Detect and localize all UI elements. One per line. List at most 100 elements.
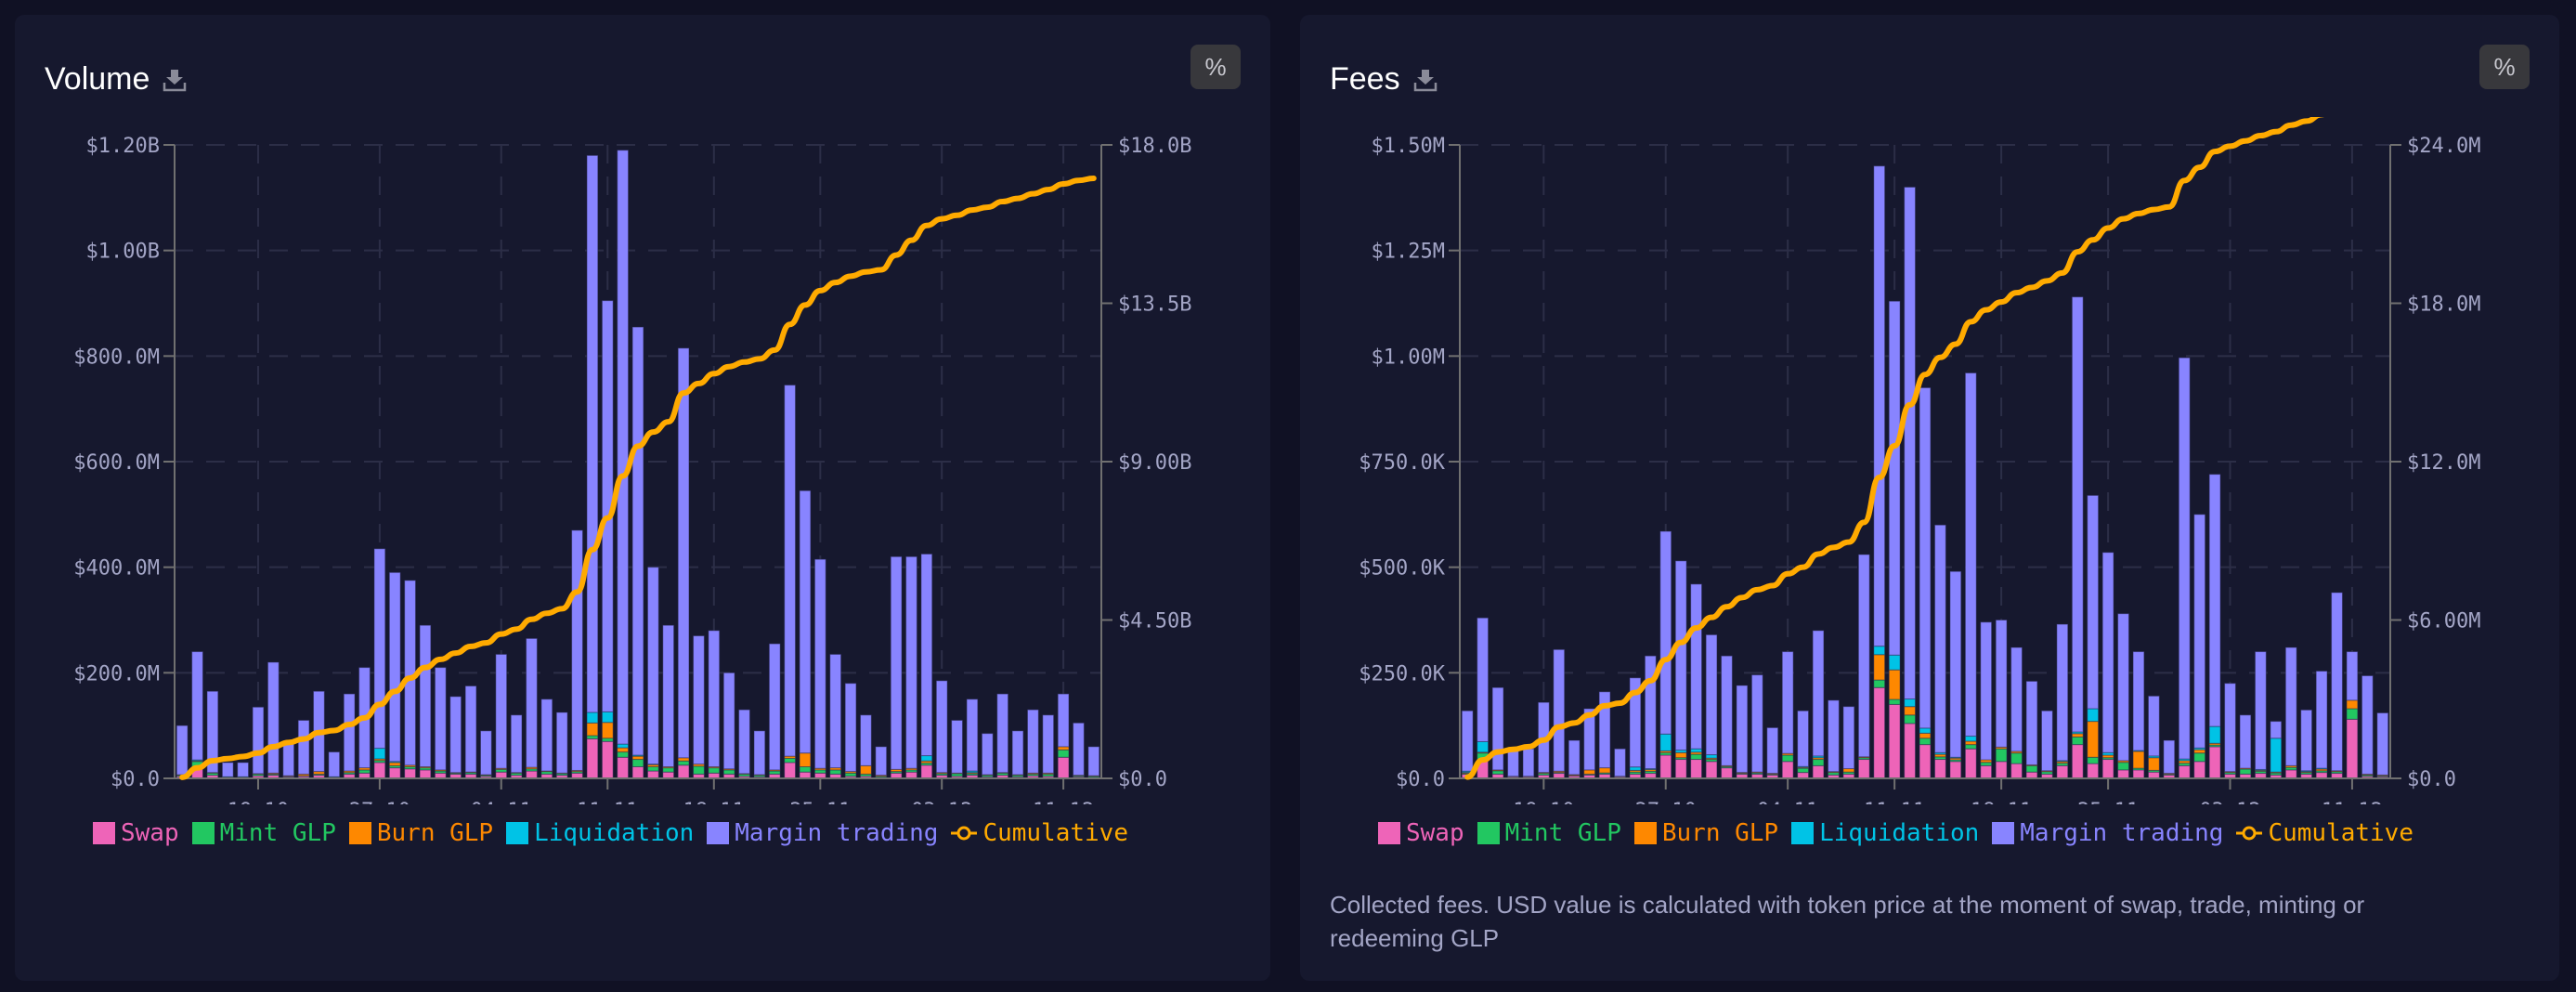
bar-margin-trading-16[interactable] [1705, 633, 1718, 756]
bar-margin-trading-57[interactable] [2331, 592, 2343, 772]
bar-mint-glp-21[interactable] [1781, 754, 1794, 763]
bar-margin-trading-31[interactable] [1934, 524, 1946, 753]
bar-swap-36[interactable] [2010, 763, 2023, 779]
legend-item-cumulative[interactable]: Cumulative [951, 819, 1128, 847]
bar-mint-glp-28[interactable] [1888, 698, 1901, 705]
bar-margin-trading-38[interactable] [2040, 710, 2053, 772]
bar-mint-glp-35[interactable] [1995, 748, 2008, 763]
bar-margin-trading-34[interactable] [1980, 621, 1993, 761]
bar-margin-trading-54[interactable] [2284, 646, 2297, 766]
bar-margin-trading-58[interactable] [1057, 693, 1070, 748]
bar-mint-glp-30[interactable] [1919, 737, 1932, 746]
bar-margin-trading-27[interactable] [586, 154, 599, 713]
bar-swap-29[interactable] [617, 756, 630, 779]
bar-margin-trading-42[interactable] [813, 558, 826, 769]
bar-liquidation-13[interactable] [1659, 733, 1672, 751]
bar-margin-trading-21[interactable] [1781, 651, 1794, 754]
bar-burn-glp-41[interactable] [2087, 721, 2100, 758]
bar-liquidation-41[interactable] [2087, 708, 2100, 723]
legend-item-liquidation[interactable]: Liquidation [1791, 819, 1979, 847]
bar-burn-glp-33[interactable] [677, 757, 690, 762]
bar-margin-trading-43[interactable] [2117, 613, 2129, 762]
bar-liquidation-29[interactable] [617, 743, 630, 749]
bar-margin-trading-26[interactable] [571, 529, 583, 771]
bar-swap-31[interactable] [1934, 759, 1946, 779]
bar-swap-35[interactable] [1995, 761, 2008, 779]
bar-margin-trading-0[interactable] [1461, 710, 1474, 772]
bar-margin-trading-50[interactable] [2224, 683, 2236, 773]
bar-swap-15[interactable] [1690, 759, 1703, 779]
percent-toggle-button[interactable]: % [1190, 45, 1241, 89]
bar-swap-13[interactable] [373, 762, 386, 779]
bar-margin-trading-14[interactable] [1674, 560, 1687, 751]
bar-margin-trading-21[interactable] [495, 653, 508, 769]
bar-swap-27[interactable] [586, 737, 599, 779]
bar-swap-33[interactable] [1964, 748, 1977, 779]
bar-margin-trading-52[interactable] [2254, 651, 2267, 770]
bar-mint-glp-30[interactable] [631, 759, 644, 767]
bar-liquidation-28[interactable] [601, 711, 614, 724]
bar-swap-39[interactable] [2056, 764, 2069, 779]
bar-margin-trading-22[interactable] [510, 714, 523, 774]
bar-margin-trading-17[interactable] [1721, 655, 1733, 766]
percent-toggle-button[interactable]: % [2479, 45, 2530, 89]
bar-margin-trading-43[interactable] [829, 653, 842, 769]
bar-margin-trading-35[interactable] [1995, 620, 2008, 748]
bar-margin-trading-56[interactable] [2315, 671, 2328, 769]
bar-margin-trading-29[interactable] [617, 150, 630, 745]
bar-swap-41[interactable] [2087, 763, 2100, 779]
bar-swap-14[interactable] [1674, 759, 1687, 779]
bar-margin-trading-24[interactable] [540, 698, 553, 772]
bar-margin-trading-2[interactable] [1491, 686, 1504, 771]
download-icon[interactable] [163, 68, 187, 92]
bar-margin-trading-1[interactable] [1477, 617, 1490, 742]
bar-mint-glp-35[interactable] [708, 767, 721, 774]
bar-margin-trading-32[interactable] [1949, 570, 1962, 758]
bar-margin-trading-47[interactable] [890, 555, 903, 770]
bar-margin-trading-47[interactable] [2178, 357, 2191, 760]
bar-mint-glp-32[interactable] [662, 767, 675, 773]
bar-burn-glp-14[interactable] [388, 762, 401, 766]
bar-margin-trading-39[interactable] [768, 643, 781, 771]
bar-margin-trading-20[interactable] [1766, 726, 1779, 775]
bar-swap-49[interactable] [2208, 746, 2221, 779]
bar-margin-trading-57[interactable] [1042, 714, 1055, 774]
bar-margin-trading-58[interactable] [2346, 651, 2359, 701]
bar-margin-trading-6[interactable] [1553, 648, 1566, 772]
bar-mint-glp-41[interactable] [2087, 756, 2100, 764]
bar-liquidation-16[interactable] [1705, 754, 1718, 759]
bar-liquidation-49[interactable] [920, 755, 933, 762]
bar-margin-trading-19[interactable] [464, 685, 477, 773]
bar-swap-58[interactable] [1057, 756, 1070, 779]
bar-margin-trading-48[interactable] [2193, 514, 2206, 749]
bar-swap-42[interactable] [2101, 759, 2114, 779]
legend-item-margin-trading[interactable]: Margin trading [707, 819, 938, 847]
legend-item-cumulative[interactable]: Cumulative [2236, 819, 2413, 847]
bar-liquidation-13[interactable] [373, 748, 386, 760]
bar-mint-glp-29[interactable] [617, 751, 630, 758]
bar-mint-glp-36[interactable] [722, 769, 735, 775]
bar-swap-31[interactable] [646, 770, 659, 779]
bar-swap-28[interactable] [1888, 703, 1901, 779]
bar-margin-trading-56[interactable] [1026, 709, 1039, 774]
bar-mint-glp-39[interactable] [768, 770, 781, 775]
bar-margin-trading-49[interactable] [2208, 474, 2221, 727]
bar-mint-glp-23[interactable] [1812, 759, 1825, 766]
bar-mint-glp-36[interactable] [2010, 752, 2023, 764]
bar-margin-trading-4[interactable] [237, 762, 250, 777]
bar-margin-trading-18[interactable] [1736, 685, 1749, 774]
legend-item-burn-glp[interactable]: Burn GLP [1633, 819, 1778, 847]
bar-margin-trading-0[interactable] [176, 724, 189, 776]
bar-mint-glp-27[interactable] [586, 735, 599, 739]
bar-margin-trading-19[interactable] [1750, 674, 1763, 773]
bar-swap-21[interactable] [1781, 761, 1794, 779]
bar-burn-glp-14[interactable] [1674, 751, 1687, 759]
bar-margin-trading-35[interactable] [708, 630, 721, 767]
bar-swap-15[interactable] [404, 768, 416, 779]
bar-margin-trading-20[interactable] [480, 730, 492, 776]
bar-burn-glp-28[interactable] [601, 722, 614, 739]
bar-burn-glp-45[interactable] [860, 764, 872, 775]
bar-burn-glp-48[interactable] [2193, 749, 2206, 754]
download-icon[interactable] [1413, 68, 1438, 92]
bar-swap-44[interactable] [2132, 769, 2145, 779]
